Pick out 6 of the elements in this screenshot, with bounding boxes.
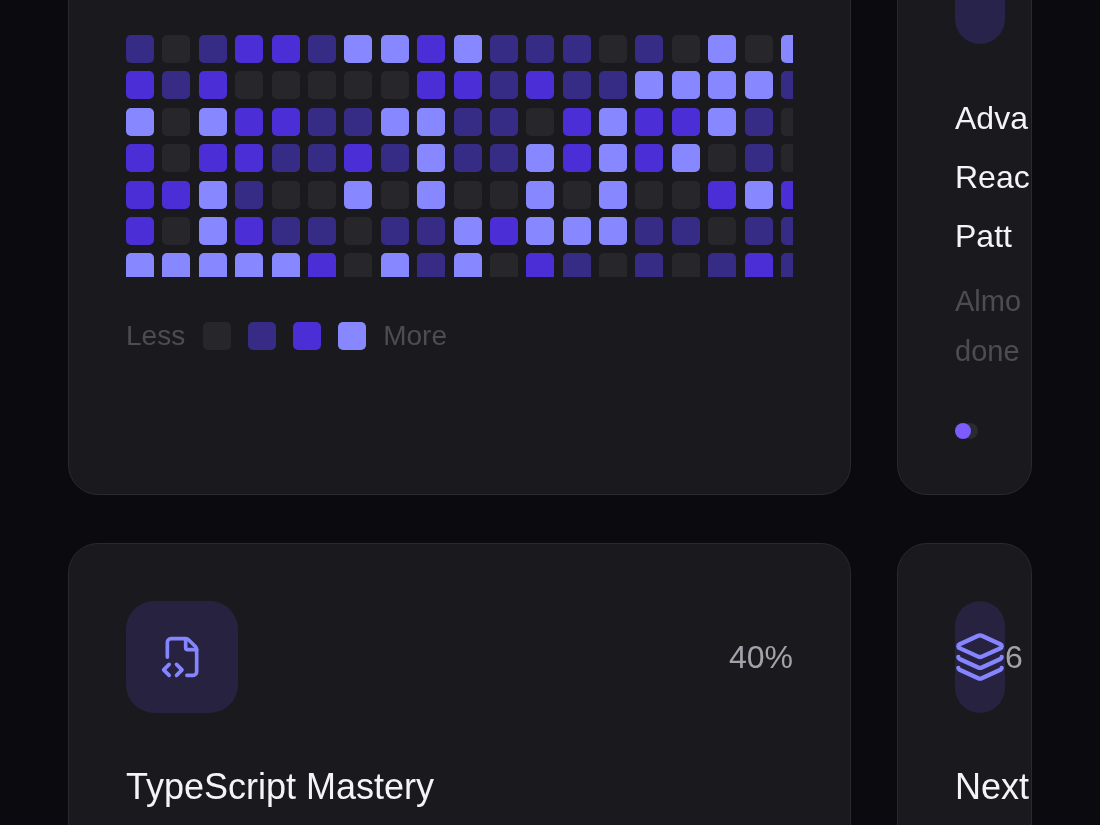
progress-percent: 40%	[728, 638, 793, 676]
course-title: Next	[955, 765, 1031, 809]
layers-icon	[954, 631, 1006, 683]
progress-percent: 6	[1005, 638, 1023, 676]
course-title: Adva Reac Patt	[955, 99, 1031, 256]
course-title: TypeScript Mastery	[126, 765, 436, 809]
